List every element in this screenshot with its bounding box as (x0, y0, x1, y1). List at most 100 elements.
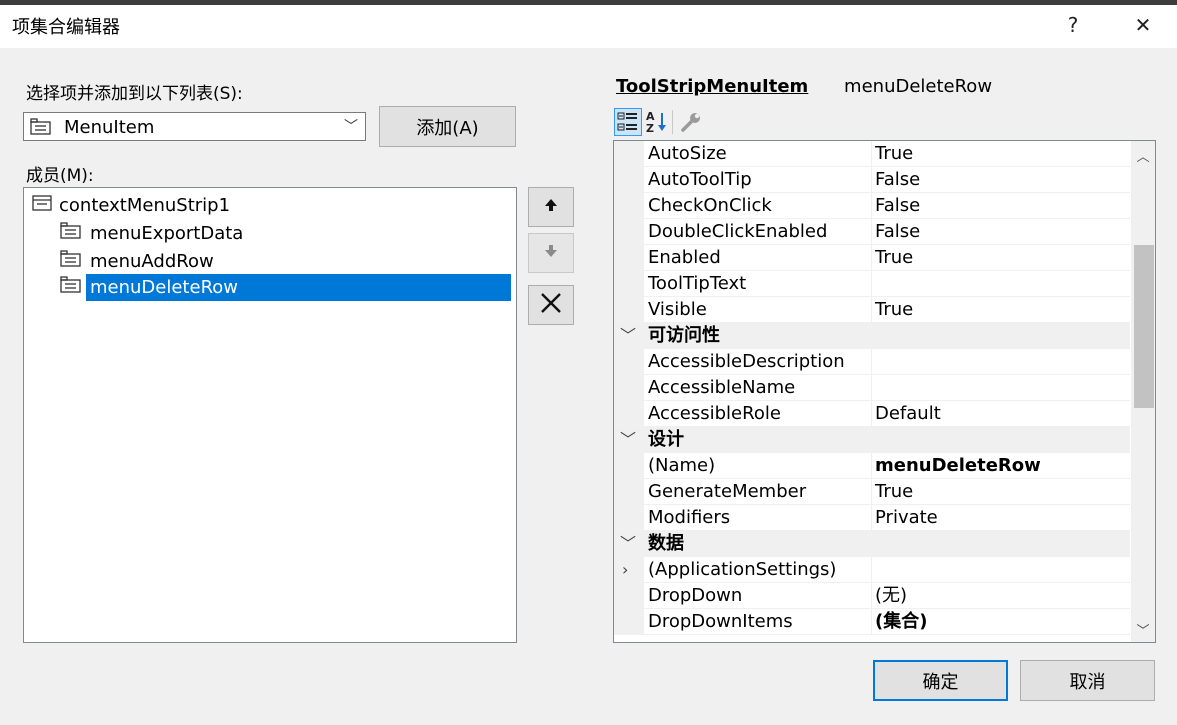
property-name: AccessibleDescription (648, 351, 845, 372)
menu-strip-icon (31, 194, 55, 217)
close-icon: ✕ (1134, 13, 1152, 37)
select-items-label: 选择项并添加到以下列表(S): (26, 84, 243, 104)
menu-item-icon (60, 250, 86, 273)
column-divider (871, 557, 872, 583)
cancel-button[interactable]: 取消 (1020, 660, 1155, 701)
tree-item-label: contextMenuStrip1 (59, 195, 231, 216)
property-category-row[interactable]: ﹀ 设计 (614, 427, 1130, 453)
property-value[interactable]: False (875, 219, 920, 244)
row-gutter (614, 557, 644, 583)
collapse-chevron-icon[interactable]: ﹀ (620, 427, 636, 453)
menu-item-icon (60, 276, 86, 299)
property-row[interactable]: Modifiers Private (614, 505, 1130, 531)
property-value[interactable]: menuDeleteRow (875, 453, 1041, 478)
column-divider (871, 375, 872, 401)
property-value[interactable]: Default (875, 401, 941, 426)
property-row[interactable]: ToolTipText (614, 271, 1130, 297)
property-name: Enabled (648, 247, 721, 268)
property-row[interactable]: › (ApplicationSettings) (614, 557, 1130, 583)
column-divider (871, 141, 872, 167)
tree-item-label: menuDeleteRow (86, 274, 511, 301)
column-divider (871, 505, 872, 531)
property-value[interactable]: False (875, 167, 920, 192)
categorized-icon[interactable] (614, 108, 642, 136)
arrow-up-icon (543, 197, 559, 218)
row-gutter (614, 583, 644, 609)
property-value[interactable]: (无) (875, 583, 907, 608)
property-category-row[interactable]: ﹀ 可访问性 (614, 323, 1130, 349)
property-value[interactable]: (集合) (875, 609, 927, 634)
property-name: DropDown (648, 585, 743, 606)
svg-text:Z: Z (646, 122, 654, 135)
collapse-chevron-icon[interactable]: ﹀ (620, 531, 636, 557)
row-divider (644, 634, 1130, 635)
property-value[interactable]: True (875, 297, 913, 322)
property-header: ToolStripMenuItem menuDeleteRow (616, 76, 992, 97)
scroll-down-icon[interactable]: ﹀ (1131, 617, 1155, 641)
item-type-combo[interactable]: MenuItem ﹀ (23, 112, 366, 141)
row-gutter (614, 167, 644, 193)
vertical-scrollbar[interactable]: ︿ ﹀ (1131, 141, 1155, 642)
tree-item[interactable]: menuExportData (60, 220, 247, 247)
property-row[interactable]: AccessibleDescription (614, 349, 1130, 375)
property-category-row[interactable]: ﹀ 数据 (614, 531, 1130, 557)
column-divider (871, 609, 872, 635)
row-gutter (614, 609, 644, 635)
menu-item-icon (60, 222, 86, 245)
property-name: AutoSize (648, 143, 727, 164)
column-divider (871, 453, 872, 479)
tree-item[interactable]: menuAddRow (60, 248, 218, 275)
property-row[interactable]: Enabled True (614, 245, 1130, 271)
expand-chevron-icon[interactable]: › (622, 557, 628, 583)
members-tree[interactable]: contextMenuStrip1 menuExportData menuAdd… (23, 187, 517, 643)
move-down-button[interactable] (528, 233, 574, 273)
scroll-up-icon[interactable]: ︿ (1131, 143, 1155, 167)
close-button[interactable]: ✕ (1118, 6, 1168, 44)
property-row[interactable]: AccessibleName (614, 375, 1130, 401)
property-row[interactable]: AutoToolTip False (614, 167, 1130, 193)
help-button[interactable]: ? (1048, 6, 1098, 44)
property-pages-wrench-icon[interactable] (678, 109, 704, 140)
row-gutter (614, 505, 644, 531)
property-row[interactable]: AutoSize True (614, 141, 1130, 167)
ok-button[interactable]: 确定 (873, 660, 1008, 701)
property-name: ToolTipText (648, 273, 747, 294)
property-row[interactable]: (Name) menuDeleteRow (614, 453, 1130, 479)
property-name: CheckOnClick (648, 195, 772, 216)
move-up-button[interactable] (528, 187, 574, 227)
property-row[interactable]: DoubleClickEnabled False (614, 219, 1130, 245)
row-gutter (614, 271, 644, 297)
property-name: (ApplicationSettings) (648, 559, 837, 580)
property-name: AccessibleName (648, 377, 796, 398)
property-name: (Name) (648, 455, 716, 476)
property-value[interactable]: True (875, 245, 913, 270)
arrow-down-icon (543, 243, 559, 264)
alphabetical-icon[interactable]: AZ (644, 109, 670, 140)
property-row[interactable]: AccessibleRole Default (614, 401, 1130, 427)
window-title: 项集合编辑器 (12, 17, 120, 38)
tree-item-root[interactable]: contextMenuStrip1 (31, 192, 234, 219)
property-value[interactable]: True (875, 479, 913, 504)
property-value[interactable]: True (875, 141, 913, 166)
property-value[interactable]: Private (875, 505, 938, 530)
toolbar-separator (672, 110, 673, 134)
property-row[interactable]: GenerateMember True (614, 479, 1130, 505)
add-button[interactable]: 添加(A) (379, 106, 516, 147)
tree-item-label: menuAddRow (90, 251, 214, 272)
property-row[interactable]: Visible True (614, 297, 1130, 323)
row-gutter (614, 349, 644, 375)
property-row[interactable]: DropDownItems (集合) (614, 609, 1130, 635)
scroll-thumb[interactable] (1134, 245, 1154, 408)
property-row[interactable]: DropDown (无) (614, 583, 1130, 609)
tree-item-label: menuExportData (90, 223, 244, 244)
column-divider (871, 349, 872, 375)
background-window-strip (0, 0, 1177, 5)
delete-button[interactable] (528, 285, 574, 325)
tree-item-selected[interactable]: menuDeleteRow (60, 274, 511, 301)
property-grid[interactable]: AutoSize True AutoToolTip False CheckOnClick… (613, 140, 1156, 643)
collapse-chevron-icon[interactable]: ﹀ (620, 323, 636, 349)
category-name: 设计 (648, 429, 684, 450)
property-row[interactable]: CheckOnClick False (614, 193, 1130, 219)
property-value[interactable]: False (875, 193, 920, 218)
category-name: 可访问性 (648, 325, 720, 346)
